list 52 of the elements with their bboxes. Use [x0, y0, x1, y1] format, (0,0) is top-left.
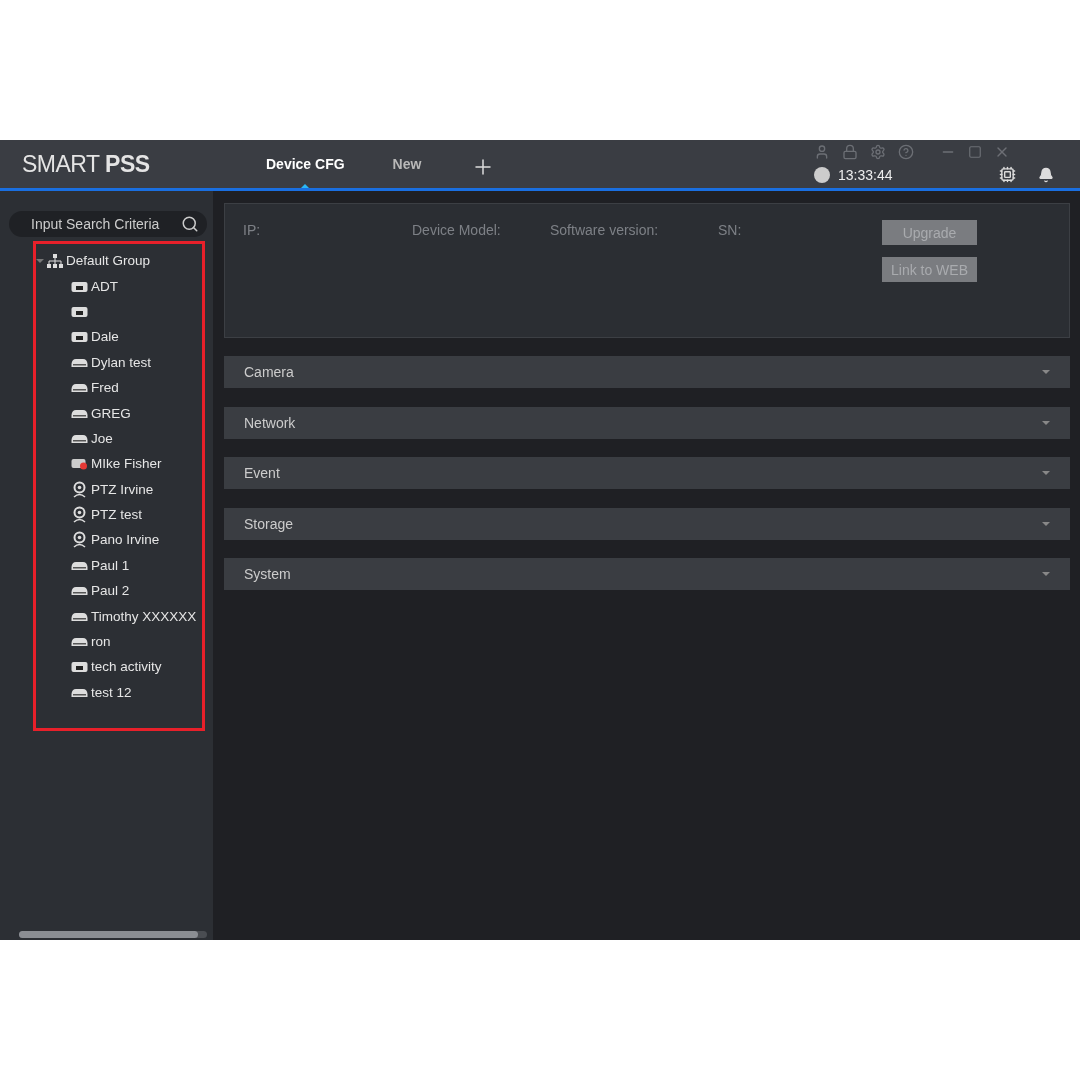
config-section-header[interactable]: Storage [224, 507, 1070, 540]
recorder-icon [71, 279, 88, 293]
device-name[interactable]: Timothy XXXXXX [91, 608, 197, 624]
device-name[interactable]: Paul 1 [91, 557, 130, 573]
bell-icon[interactable] [1038, 166, 1054, 183]
camera-icon [71, 480, 88, 498]
search-field[interactable]: Input Search Criteria [9, 211, 207, 237]
device-name[interactable]: Pano Irvine [91, 532, 160, 548]
device-name[interactable]: GREG [91, 405, 131, 421]
device-name[interactable]: ron [91, 634, 111, 650]
app-logo: SMART PSS [21, 149, 151, 179]
config-section-header[interactable]: Camera [224, 356, 1070, 388]
recorder-icon [71, 381, 88, 395]
search-icon[interactable] [181, 215, 199, 233]
chip-icon[interactable] [999, 166, 1016, 183]
recorder-icon [71, 635, 88, 649]
recorder-icon [71, 660, 88, 674]
device-name[interactable]: PTZ test [91, 507, 142, 523]
group-icon [47, 253, 63, 268]
info-field-label: Software version: [550, 222, 660, 240]
device-name[interactable]: MIke Fisher [91, 456, 162, 472]
clock-icon [814, 166, 830, 183]
camera-icon [71, 531, 88, 549]
recorder-icon [71, 584, 88, 598]
device-name[interactable]: Joe [91, 430, 113, 446]
camera-icon [71, 506, 88, 524]
config-section-header[interactable]: Event [224, 457, 1070, 489]
tab[interactable]: New [368, 140, 446, 188]
device-name[interactable]: Dylan test [91, 354, 152, 370]
device-name[interactable]: Fred [91, 380, 119, 396]
offline-device-icon [71, 457, 88, 471]
config-section-header[interactable]: System [224, 558, 1070, 590]
maximize-icon[interactable] [968, 145, 982, 159]
info-field-label: IP: [243, 222, 262, 240]
info-field-label: Device Model: [412, 222, 502, 240]
recorder-icon [71, 304, 88, 318]
help-icon[interactable] [898, 144, 914, 160]
info-field-label: SN: [718, 222, 743, 240]
device-name[interactable]: tech activity [91, 659, 162, 675]
recorder-icon [71, 330, 88, 344]
clock-time: 13:33:44 [838, 166, 893, 183]
user-icon[interactable] [814, 144, 830, 160]
config-section-header[interactable]: Network [224, 406, 1070, 439]
settings-icon[interactable] [870, 144, 886, 160]
device-name[interactable]: PTZ Irvine [91, 481, 154, 497]
group-label[interactable]: Default Group [66, 253, 151, 269]
device-name[interactable]: Paul 2 [91, 583, 130, 599]
device-name[interactable]: test 12 [91, 684, 132, 700]
lock-icon[interactable] [842, 144, 858, 160]
device-name[interactable]: ADT [91, 278, 118, 294]
device-name[interactable]: Dale [91, 329, 119, 345]
tab[interactable]: Device CFG [242, 140, 369, 188]
